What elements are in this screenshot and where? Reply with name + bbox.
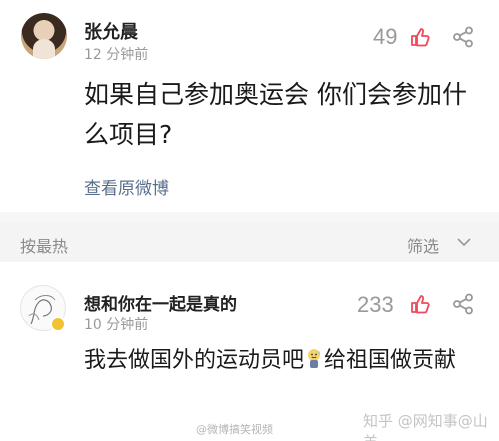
share-icon[interactable]: [452, 293, 474, 315]
author-avatar[interactable]: [21, 13, 67, 59]
thumbs-up-icon[interactable]: [410, 294, 430, 314]
filter-button[interactable]: 筛选: [407, 233, 439, 257]
reply-text: 我去做国外的运动员吧 给祖国做贡献: [84, 343, 484, 379]
view-original-link[interactable]: 查看原微博: [84, 174, 169, 199]
reply-like-count: 233: [357, 292, 394, 317]
author-name[interactable]: 张允晨: [84, 18, 138, 44]
post-timestamp: 12 分钟前: [84, 47, 149, 63]
watermark-zhihu: 知乎 @网知事@山羊: [363, 412, 488, 441]
sort-hot-button[interactable]: 按最热: [20, 233, 68, 257]
post-like-count: 49: [373, 24, 398, 49]
sweat-smile-emoji-icon: [308, 349, 321, 368]
thumbs-up-icon[interactable]: [410, 27, 430, 47]
watermark-weibo: @微博搞笑视频: [196, 423, 273, 436]
sort-bar: 按最热 筛选: [0, 222, 499, 262]
share-icon[interactable]: [452, 26, 474, 48]
original-post: 张允晨 12 分钟前 49 如果自己参加奥运会 你们会参加什么项目? 查看原微博: [0, 0, 499, 212]
chevron-down-icon[interactable]: [456, 236, 472, 248]
post-question: 如果自己参加奥运会 你们会参加什么项目?: [84, 80, 467, 149]
reply-timestamp: 10 分钟前: [84, 317, 149, 333]
section-divider: [0, 212, 499, 222]
reply-author-name[interactable]: 想和你在一起是真的: [84, 290, 237, 315]
verified-badge-icon: [50, 316, 66, 332]
reply-text-part2: 给祖国做贡献: [324, 348, 457, 373]
reply-text-part1: 我去做国外的运动员吧: [84, 348, 305, 373]
